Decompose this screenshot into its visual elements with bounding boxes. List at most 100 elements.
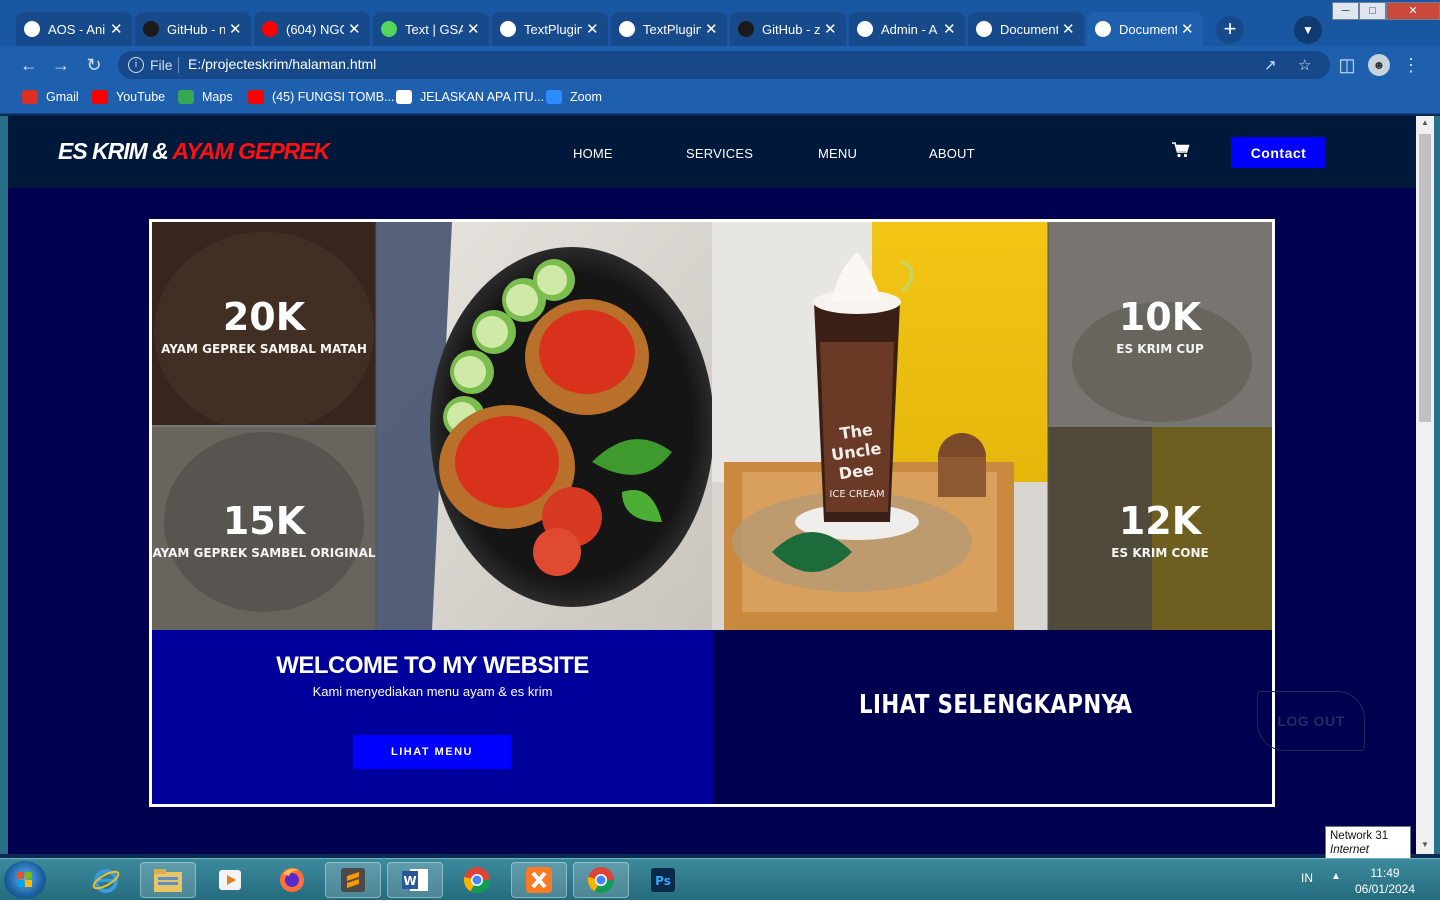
scheme-label: File bbox=[150, 57, 173, 73]
bookmark-label: Gmail bbox=[46, 90, 79, 104]
scroll-up-icon[interactable]: ▲ bbox=[1420, 118, 1430, 127]
reload-icon[interactable]: ↻ bbox=[83, 54, 105, 76]
close-tab-icon[interactable]: ✕ bbox=[943, 20, 957, 38]
chrome-icon[interactable] bbox=[449, 862, 505, 898]
file-explorer-icon[interactable] bbox=[140, 862, 196, 898]
close-tab-icon[interactable]: ✕ bbox=[348, 20, 362, 38]
start-button[interactable] bbox=[4, 861, 46, 899]
contact-button[interactable]: Contact bbox=[1231, 137, 1326, 168]
media-player-icon[interactable] bbox=[202, 862, 258, 898]
tab-title: AOS - Anim bbox=[48, 21, 106, 37]
language-indicator[interactable]: IN bbox=[1301, 871, 1313, 885]
show-hidden-icons-icon[interactable]: ▲ bbox=[1331, 871, 1341, 882]
firefox-icon[interactable] bbox=[264, 862, 320, 898]
see-more-label[interactable]: LIHAT SELENGKAPNYA bbox=[859, 690, 1132, 720]
photoshop-icon[interactable]: Ps bbox=[635, 862, 691, 898]
github-icon bbox=[143, 21, 159, 37]
bookmark-item[interactable]: Maps bbox=[178, 90, 233, 104]
bookmark-item[interactable]: YouTube bbox=[92, 90, 165, 104]
price-label: 20K bbox=[223, 295, 307, 339]
item-name-label: ES KRIM CONE bbox=[1111, 546, 1208, 560]
tab-title: GitHub - z bbox=[762, 21, 820, 37]
tab-title: Document bbox=[1000, 21, 1058, 37]
cup-label-text: ICE CREAM bbox=[829, 489, 884, 500]
browser-tab[interactable]: TextPlugin ✕ bbox=[611, 12, 727, 46]
site-logo[interactable]: ES KRIM & AYAM GEPREK bbox=[58, 138, 330, 165]
nav-menu[interactable]: MENU bbox=[818, 146, 857, 161]
see-more-panel[interactable]: LIHAT SELENGKAPNYA > bbox=[713, 630, 1272, 804]
minimize-button[interactable]: ─ bbox=[1332, 2, 1359, 20]
google-icon bbox=[396, 90, 412, 104]
side-panel-icon[interactable]: ◫ bbox=[1336, 54, 1358, 76]
browser-tab[interactable]: Document ✕ bbox=[1087, 12, 1203, 46]
globe-icon bbox=[976, 21, 992, 37]
tab-title: GitHub - n bbox=[167, 21, 225, 37]
tab-title: Admin - A bbox=[881, 21, 938, 37]
logo-text-white: ES KRIM & bbox=[58, 138, 173, 164]
item-name-label: AYAM GEPREK SAMBEL ORIGINAL bbox=[152, 546, 375, 560]
new-tab-button[interactable]: + bbox=[1216, 16, 1244, 44]
chrome-icon[interactable] bbox=[573, 862, 629, 898]
welcome-subtitle: Kami menyediakan menu ayam & es krim bbox=[312, 684, 553, 699]
xampp-icon[interactable] bbox=[511, 862, 567, 898]
close-tab-icon[interactable]: ✕ bbox=[110, 20, 124, 38]
close-tab-icon[interactable]: ✕ bbox=[824, 20, 838, 38]
url-text[interactable]: E:/projecteskrim/halaman.html bbox=[188, 56, 376, 72]
cart-icon[interactable] bbox=[1172, 142, 1190, 158]
web-page: ES KRIM & AYAM GEPREK HOME SERVICES MENU… bbox=[8, 116, 1416, 854]
browser-tab[interactable]: AOS - Anim✕ bbox=[16, 12, 132, 46]
profile-avatar[interactable]: ☻ bbox=[1368, 54, 1390, 76]
close-tab-icon[interactable]: ✕ bbox=[1062, 20, 1076, 38]
globe-icon bbox=[24, 21, 40, 37]
logo-text-red: AYAM GEPREK bbox=[172, 138, 330, 164]
clock-date: 06/01/2024 bbox=[1354, 882, 1416, 896]
close-tab-icon[interactable]: ✕ bbox=[586, 20, 600, 38]
logout-button[interactable]: LOG OUT bbox=[1257, 691, 1365, 751]
bookmark-item[interactable]: (45) FUNGSI TOMB... bbox=[248, 90, 394, 104]
bookmark-item[interactable]: Gmail bbox=[22, 90, 79, 104]
nav-about[interactable]: ABOUT bbox=[929, 146, 975, 161]
browser-tab[interactable]: TextPlugin ✕ bbox=[492, 12, 608, 46]
scroll-down-icon[interactable]: ▼ bbox=[1420, 840, 1430, 849]
forward-icon[interactable]: → bbox=[50, 54, 72, 76]
site-info-icon[interactable]: i bbox=[128, 57, 144, 73]
price-label: 12K bbox=[1119, 499, 1203, 543]
word-icon[interactable]: W bbox=[387, 862, 443, 898]
price-label: 15K bbox=[223, 499, 307, 543]
hero-banner: The Uncle Dee ICE CREAM 20K AYAM GEPREK … bbox=[149, 219, 1275, 807]
close-tab-icon[interactable]: ✕ bbox=[1181, 20, 1195, 38]
browser-tab[interactable]: GitHub - n ✕ bbox=[135, 12, 251, 46]
browser-tab[interactable]: Text | GSAP✕ bbox=[373, 12, 489, 46]
system-clock[interactable]: 11:49 06/01/2024 bbox=[1352, 865, 1418, 897]
lihat-menu-button[interactable]: LIHAT MENU bbox=[353, 735, 511, 769]
welcome-title: WELCOME TO MY WEBSITE bbox=[276, 652, 589, 679]
internet-explorer-icon[interactable] bbox=[78, 862, 134, 898]
svg-text:W: W bbox=[403, 874, 416, 888]
nav-home[interactable]: HOME bbox=[573, 146, 613, 161]
bookmark-label: Zoom bbox=[570, 90, 602, 104]
share-icon[interactable]: ↗ bbox=[1264, 56, 1277, 74]
address-bar[interactable]: i File E:/projecteskrim/halaman.html ↗ ☆ bbox=[118, 51, 1330, 79]
bookmark-item[interactable]: JELASKAN APA ITU... bbox=[396, 90, 544, 104]
browser-tab[interactable]: Admin - A ✕ bbox=[849, 12, 965, 46]
nav-services[interactable]: SERVICES bbox=[686, 146, 753, 161]
back-icon[interactable]: ← bbox=[18, 54, 40, 76]
browser-tab[interactable]: Document ✕ bbox=[968, 12, 1084, 46]
sublime-text-icon[interactable] bbox=[325, 862, 381, 898]
browser-tab[interactable]: GitHub - z ✕ bbox=[730, 12, 846, 46]
maximize-button[interactable]: □ bbox=[1359, 2, 1386, 20]
item-name-label: AYAM GEPREK SAMBAL MATAH bbox=[161, 342, 367, 356]
windows-logo-icon bbox=[17, 872, 33, 888]
scroll-thumb[interactable] bbox=[1419, 134, 1431, 422]
bookmark-star-icon[interactable]: ☆ bbox=[1298, 56, 1311, 74]
bookmark-item[interactable]: Zoom bbox=[546, 90, 602, 104]
close-tab-icon[interactable]: ✕ bbox=[229, 20, 243, 38]
tab-search-button[interactable]: ▼ bbox=[1294, 16, 1322, 44]
close-tab-icon[interactable]: ✕ bbox=[467, 20, 481, 38]
more-menu-icon[interactable]: ⋮ bbox=[1400, 54, 1422, 76]
close-window-button[interactable]: ✕ bbox=[1386, 2, 1440, 20]
close-tab-icon[interactable]: ✕ bbox=[705, 20, 719, 38]
chevron-right-icon[interactable]: > bbox=[1109, 692, 1122, 718]
page-scrollbar[interactable]: ▲ ▼ bbox=[1416, 116, 1434, 854]
browser-tab[interactable]: (604) NGO ✕ bbox=[254, 12, 370, 46]
